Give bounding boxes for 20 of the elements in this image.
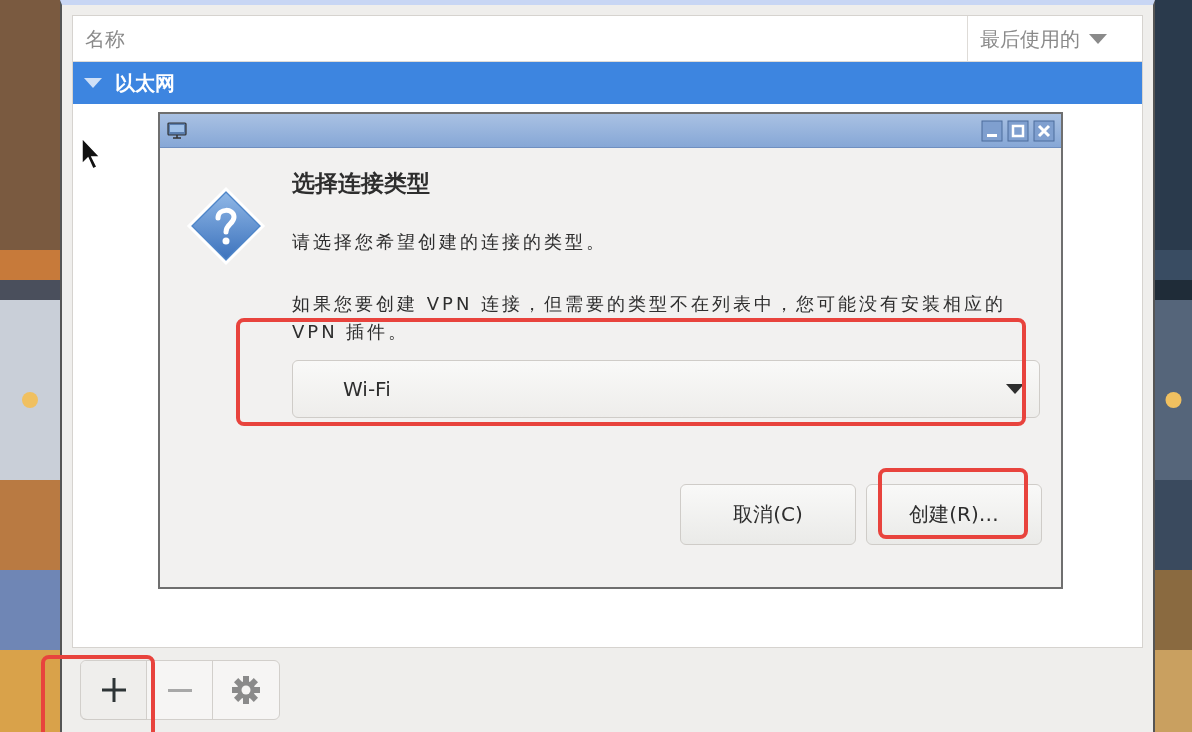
expander-icon[interactable] xyxy=(83,76,103,90)
maximize-button[interactable] xyxy=(1007,119,1029,142)
dialog-heading: 选择连接类型 xyxy=(292,170,431,198)
network-icon xyxy=(166,120,188,141)
gear-icon xyxy=(231,675,261,705)
question-icon xyxy=(186,186,266,266)
minimize-button[interactable] xyxy=(981,119,1003,142)
dialog-text: 请选择您希望创建的连接的类型。 xyxy=(292,229,608,254)
plus-icon xyxy=(99,676,128,704)
dialog-note: 如果您要创建 VPN 连接，但需要的类型不在列表中，您可能没有安装相应的 VPN 插件。 xyxy=(292,291,1008,344)
add-button[interactable] xyxy=(81,661,147,719)
dropdown-arrow-icon xyxy=(1005,382,1025,395)
minus-icon xyxy=(167,688,192,692)
column-header[interactable]: 名称 xyxy=(85,23,125,54)
connection-type-dropdown[interactable]: Wi-Fi xyxy=(292,359,1040,418)
group-row[interactable]: 以太网 xyxy=(73,62,1142,104)
close-button[interactable] xyxy=(1033,119,1055,142)
create-button[interactable]: 创建(R)… xyxy=(866,483,1042,545)
group-label: 以太网 xyxy=(115,70,175,97)
cancel-button[interactable]: 取消(C) xyxy=(680,483,856,545)
